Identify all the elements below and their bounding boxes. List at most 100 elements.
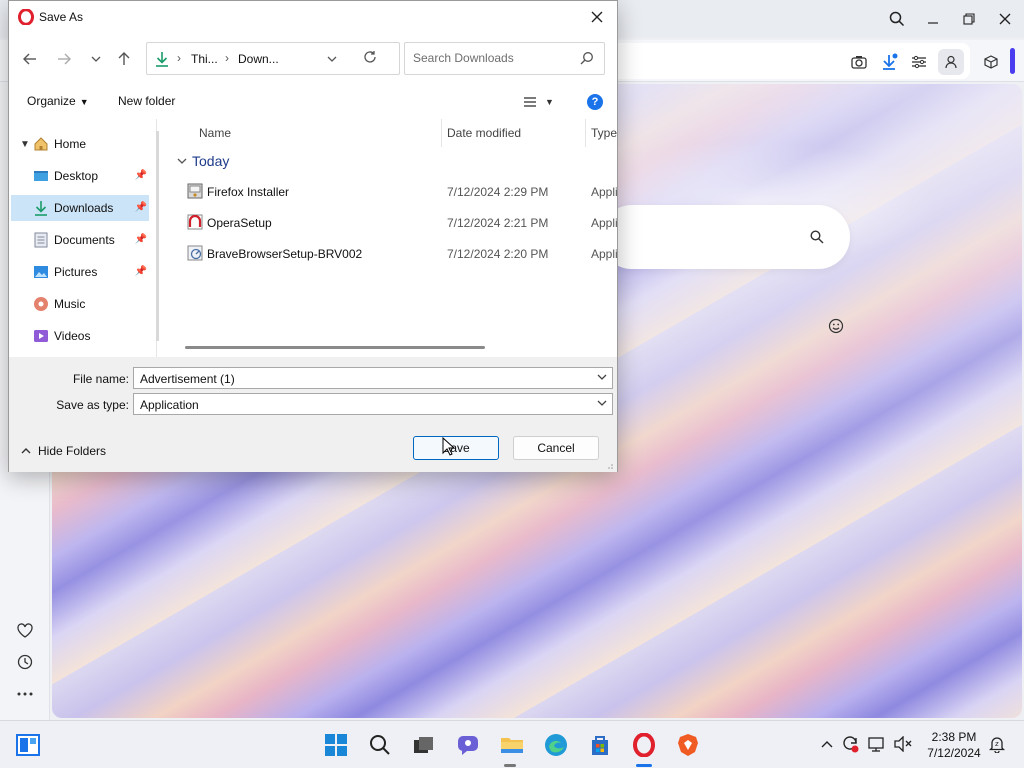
save-as-type-value: Application — [140, 398, 199, 412]
file-row[interactable]: BraveBrowserSetup-BRV002 7/12/2024 2:20 … — [169, 239, 617, 267]
column-header-date[interactable]: Date modified — [447, 119, 521, 147]
chevron-down-icon: ▼ — [545, 97, 554, 107]
recent-locations-button[interactable] — [85, 48, 107, 70]
nav-item-label: Desktop — [54, 169, 99, 183]
profile-icon[interactable] — [938, 49, 964, 75]
camera-icon[interactable] — [848, 51, 870, 73]
file-date: 7/12/2024 2:29 PM — [447, 185, 549, 199]
task-view-icon[interactable] — [410, 731, 438, 759]
search-input[interactable] — [413, 51, 573, 65]
save-as-type-select[interactable]: Application — [133, 393, 613, 415]
organize-button[interactable]: Organize ▼ — [27, 94, 89, 108]
chevron-up-icon[interactable] — [818, 735, 836, 753]
forward-button[interactable] — [53, 48, 75, 70]
heart-icon[interactable] — [13, 618, 37, 642]
nav-item-home[interactable]: ▼ Home — [11, 131, 149, 157]
file-date: 7/12/2024 2:21 PM — [447, 216, 549, 230]
browser-close-icon[interactable] — [994, 8, 1016, 30]
notification-bell-icon[interactable]: z — [988, 735, 1006, 753]
close-icon — [591, 11, 603, 23]
opera-taskbar-icon[interactable] — [630, 731, 658, 759]
column-divider[interactable] — [441, 119, 442, 147]
back-button[interactable] — [19, 48, 41, 70]
dialog-titlebar: Save As — [9, 1, 617, 33]
file-explorer-icon[interactable] — [498, 731, 526, 759]
save-as-dialog: Save As › Thi... › Down... Search Downlo… — [8, 0, 618, 472]
breadcrumb-this-pc[interactable]: Thi... — [191, 52, 218, 66]
column-header-name[interactable]: Name — [199, 119, 231, 147]
sync-alert-icon[interactable] — [842, 735, 860, 753]
navigation-bar: › Thi... › Down... — [9, 41, 617, 77]
documents-icon — [33, 232, 49, 248]
chat-icon[interactable] — [454, 731, 482, 759]
nav-item-videos[interactable]: Videos — [11, 323, 149, 349]
pin-icon: 📌 — [134, 202, 147, 213]
explorer-running-indicator — [504, 764, 516, 767]
help-icon[interactable]: ? — [587, 94, 603, 110]
nav-pane-scrollbar[interactable] — [156, 131, 159, 341]
network-icon[interactable] — [868, 735, 886, 753]
history-clock-icon[interactable] — [13, 650, 37, 674]
nav-item-desktop[interactable]: Desktop 📌 — [11, 163, 149, 189]
start-icon[interactable] — [322, 731, 350, 759]
file-type: Appli — [591, 185, 617, 199]
chevron-up-icon — [21, 448, 31, 454]
file-list: Name Date modified Type Today Firefox In… — [169, 119, 617, 357]
up-button[interactable] — [113, 48, 135, 70]
smiley-icon[interactable] — [828, 318, 844, 334]
extensions-cube-icon[interactable] — [980, 51, 1002, 73]
new-folder-button[interactable]: New folder — [118, 94, 175, 108]
resize-grip-icon[interactable] — [605, 461, 613, 469]
taskbar-search-icon[interactable] — [366, 731, 394, 759]
breadcrumb[interactable]: › Thi... › Down... — [146, 42, 400, 75]
restore-icon[interactable] — [958, 8, 980, 30]
nav-item-music[interactable]: Music — [11, 291, 149, 317]
hide-folders-toggle[interactable]: Hide Folders — [21, 444, 106, 458]
chevron-down-icon: ▼ — [79, 97, 89, 107]
group-header-today[interactable]: Today — [177, 153, 229, 169]
downloads-icon[interactable] — [878, 51, 900, 73]
file-name: BraveBrowserSetup-BRV002 — [207, 247, 363, 261]
easy-setup-icon[interactable] — [908, 51, 930, 73]
browser-search-icon[interactable] — [886, 8, 908, 30]
chevron-down-icon — [177, 156, 187, 167]
column-header-type[interactable]: Type — [591, 119, 617, 147]
address-dropdown-icon[interactable] — [327, 50, 337, 65]
chevron-down-icon[interactable]: ▼ — [17, 139, 33, 150]
file-name: OperaSetup — [207, 216, 272, 230]
nav-item-label: Music — [54, 297, 86, 311]
chevron-down-icon[interactable] — [597, 398, 607, 409]
breadcrumb-downloads[interactable]: Down... — [238, 52, 279, 66]
organize-label: Organize — [27, 94, 76, 108]
volume-muted-icon[interactable] — [894, 735, 912, 753]
system-clock[interactable]: 2:38 PM 7/12/2024 — [918, 729, 990, 761]
nav-item-documents[interactable]: Documents 📌 — [11, 227, 149, 253]
dialog-close-button[interactable] — [585, 5, 609, 29]
file-row[interactable]: Firefox Installer 7/12/2024 2:29 PM Appl… — [169, 177, 617, 205]
file-name-value: Advertisement (1) — [140, 372, 235, 386]
save-button[interactable]: Save — [413, 436, 499, 460]
view-options-button[interactable]: ▼ — [523, 92, 563, 112]
download-icon — [33, 200, 49, 216]
minimize-icon[interactable] — [922, 8, 944, 30]
store-icon[interactable] — [586, 731, 614, 759]
chevron-down-icon[interactable] — [597, 372, 607, 383]
cancel-button[interactable]: Cancel — [513, 436, 599, 460]
search-downloads-box[interactable] — [404, 42, 605, 75]
brave-icon[interactable] — [674, 731, 702, 759]
details-view-icon — [524, 97, 536, 107]
arrow-left-icon — [23, 53, 36, 65]
arrow-up-icon — [118, 52, 130, 65]
file-name-combobox[interactable]: Advertisement (1) — [133, 367, 613, 389]
nav-item-pictures[interactable]: Pictures 📌 — [11, 259, 149, 285]
widgets-icon[interactable] — [14, 731, 42, 759]
speed-dial-search[interactable] — [600, 205, 850, 269]
nav-item-downloads[interactable]: Downloads 📌 — [11, 195, 149, 221]
refresh-icon[interactable] — [363, 50, 377, 67]
navigation-pane: ▼ Home Desktop 📌 Downloads 📌 Documents 📌… — [9, 119, 157, 357]
more-icon[interactable] — [13, 682, 37, 706]
file-list-horizontal-scrollbar[interactable] — [185, 346, 485, 349]
file-row[interactable]: OperaSetup 7/12/2024 2:21 PM Appli — [169, 208, 617, 236]
column-divider[interactable] — [585, 119, 586, 147]
edge-icon[interactable] — [542, 731, 570, 759]
